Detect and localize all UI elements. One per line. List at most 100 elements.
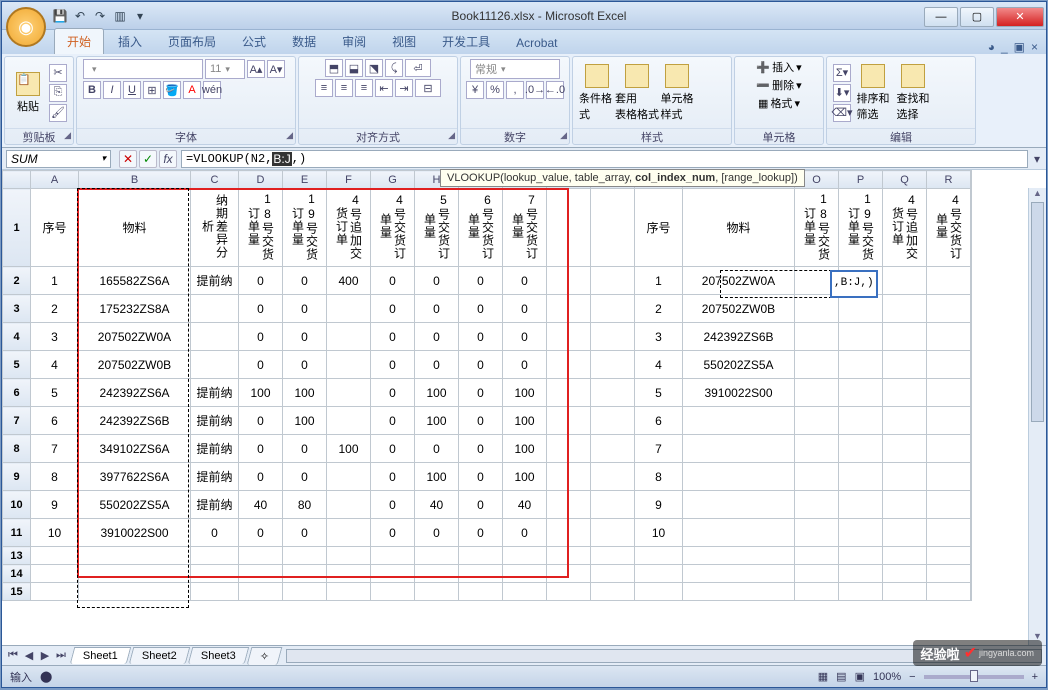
- col-header[interactable]: E: [283, 171, 327, 189]
- cell[interactable]: [327, 565, 371, 583]
- view-pagebreak-icon[interactable]: ▣: [855, 670, 865, 683]
- row-header[interactable]: 13: [3, 547, 31, 565]
- cell[interactable]: 100: [239, 379, 283, 407]
- cell[interactable]: [635, 547, 683, 565]
- cell[interactable]: 3910022S00: [683, 379, 795, 407]
- cell[interactable]: [415, 565, 459, 583]
- wrap-text-button[interactable]: ⏎: [405, 59, 431, 77]
- cell[interactable]: [459, 565, 503, 583]
- cell[interactable]: 0: [371, 407, 415, 435]
- cell[interactable]: [927, 583, 971, 601]
- cell[interactable]: [795, 519, 839, 547]
- col-header[interactable]: A: [31, 171, 79, 189]
- cell[interactable]: [883, 565, 927, 583]
- cell[interactable]: [927, 267, 971, 295]
- col-header[interactable]: P: [839, 171, 883, 189]
- cell[interactable]: [459, 583, 503, 601]
- cell[interactable]: [327, 583, 371, 601]
- cell[interactable]: [415, 583, 459, 601]
- row-header[interactable]: 14: [3, 565, 31, 583]
- cell[interactable]: [839, 323, 883, 351]
- cell[interactable]: 40: [239, 491, 283, 519]
- cell[interactable]: 4: [635, 351, 683, 379]
- cell[interactable]: 100: [503, 379, 547, 407]
- cell[interactable]: [795, 565, 839, 583]
- cell[interactable]: [635, 565, 683, 583]
- cell[interactable]: 80: [283, 491, 327, 519]
- cell[interactable]: 0: [459, 519, 503, 547]
- cell[interactable]: [31, 565, 79, 583]
- cells-format-button[interactable]: ▦格式▾: [758, 95, 800, 111]
- cell[interactable]: [839, 379, 883, 407]
- cell[interactable]: [327, 491, 371, 519]
- cell[interactable]: [191, 323, 239, 351]
- qat-dropdown-icon[interactable]: ▾: [132, 8, 148, 24]
- cell[interactable]: [971, 189, 972, 267]
- copy-icon[interactable]: ⎘: [49, 84, 67, 102]
- indent-inc-icon[interactable]: ⇥: [395, 79, 413, 97]
- cell[interactable]: [839, 519, 883, 547]
- cell[interactable]: 0: [239, 407, 283, 435]
- cell[interactable]: [635, 583, 683, 601]
- view-normal-icon[interactable]: ▦: [818, 670, 828, 683]
- cell[interactable]: [795, 351, 839, 379]
- cell[interactable]: [883, 491, 927, 519]
- cell[interactable]: [971, 323, 972, 351]
- font-size-combo[interactable]: 11▾: [205, 59, 245, 79]
- cell[interactable]: [927, 463, 971, 491]
- row-header[interactable]: 11: [3, 519, 31, 547]
- row-header[interactable]: 8: [3, 435, 31, 463]
- cell[interactable]: 3910022S00: [79, 519, 191, 547]
- row-header[interactable]: 4: [3, 323, 31, 351]
- cell[interactable]: [79, 583, 191, 601]
- cell[interactable]: [927, 407, 971, 435]
- cell[interactable]: [503, 565, 547, 583]
- cell[interactable]: [971, 267, 972, 295]
- orientation-icon[interactable]: ⤹: [385, 59, 403, 77]
- cell[interactable]: [795, 407, 839, 435]
- cell[interactable]: [683, 519, 795, 547]
- cell[interactable]: [591, 189, 635, 267]
- tab-dev[interactable]: 开发工具: [430, 29, 502, 54]
- minimize-button[interactable]: —: [924, 7, 958, 27]
- cell[interactable]: 0: [371, 351, 415, 379]
- bold-button[interactable]: B: [83, 81, 101, 99]
- cell[interactable]: 6: [31, 407, 79, 435]
- cell[interactable]: [971, 547, 972, 565]
- cell[interactable]: 0: [283, 519, 327, 547]
- cell[interactable]: [971, 565, 972, 583]
- cell[interactable]: [883, 351, 927, 379]
- cell[interactable]: 100: [415, 379, 459, 407]
- redo-icon[interactable]: ↷: [92, 8, 108, 24]
- cell[interactable]: 0: [239, 295, 283, 323]
- cell[interactable]: [547, 189, 591, 267]
- align-right-icon[interactable]: ≡: [355, 79, 373, 97]
- cell[interactable]: 0: [415, 295, 459, 323]
- cell[interactable]: 提前纳: [191, 463, 239, 491]
- cell[interactable]: 0: [239, 519, 283, 547]
- cell[interactable]: [683, 407, 795, 435]
- tab-home[interactable]: 开始: [54, 28, 104, 54]
- cell[interactable]: 0: [371, 519, 415, 547]
- cell[interactable]: 0: [283, 463, 327, 491]
- format-painter-icon[interactable]: 🖌: [49, 104, 67, 122]
- cell[interactable]: [459, 547, 503, 565]
- align-top-icon[interactable]: ⬒: [325, 59, 343, 77]
- cell[interactable]: [795, 267, 839, 295]
- zoom-level[interactable]: 100%: [873, 671, 901, 683]
- cell[interactable]: [683, 435, 795, 463]
- cell[interactable]: [547, 407, 591, 435]
- sheet-tab-2[interactable]: Sheet2: [129, 647, 190, 664]
- cell[interactable]: [239, 547, 283, 565]
- cell[interactable]: [547, 583, 591, 601]
- table-format-button[interactable]: 套用 表格格式: [619, 61, 655, 125]
- cell[interactable]: 0: [415, 323, 459, 351]
- cell[interactable]: 0: [459, 463, 503, 491]
- cell[interactable]: [839, 267, 883, 295]
- cell[interactable]: [283, 583, 327, 601]
- cell[interactable]: [883, 435, 927, 463]
- cell[interactable]: [327, 351, 371, 379]
- row-header[interactable]: 6: [3, 379, 31, 407]
- phonetic-button[interactable]: wén: [203, 81, 221, 99]
- zoom-slider[interactable]: [924, 675, 1024, 679]
